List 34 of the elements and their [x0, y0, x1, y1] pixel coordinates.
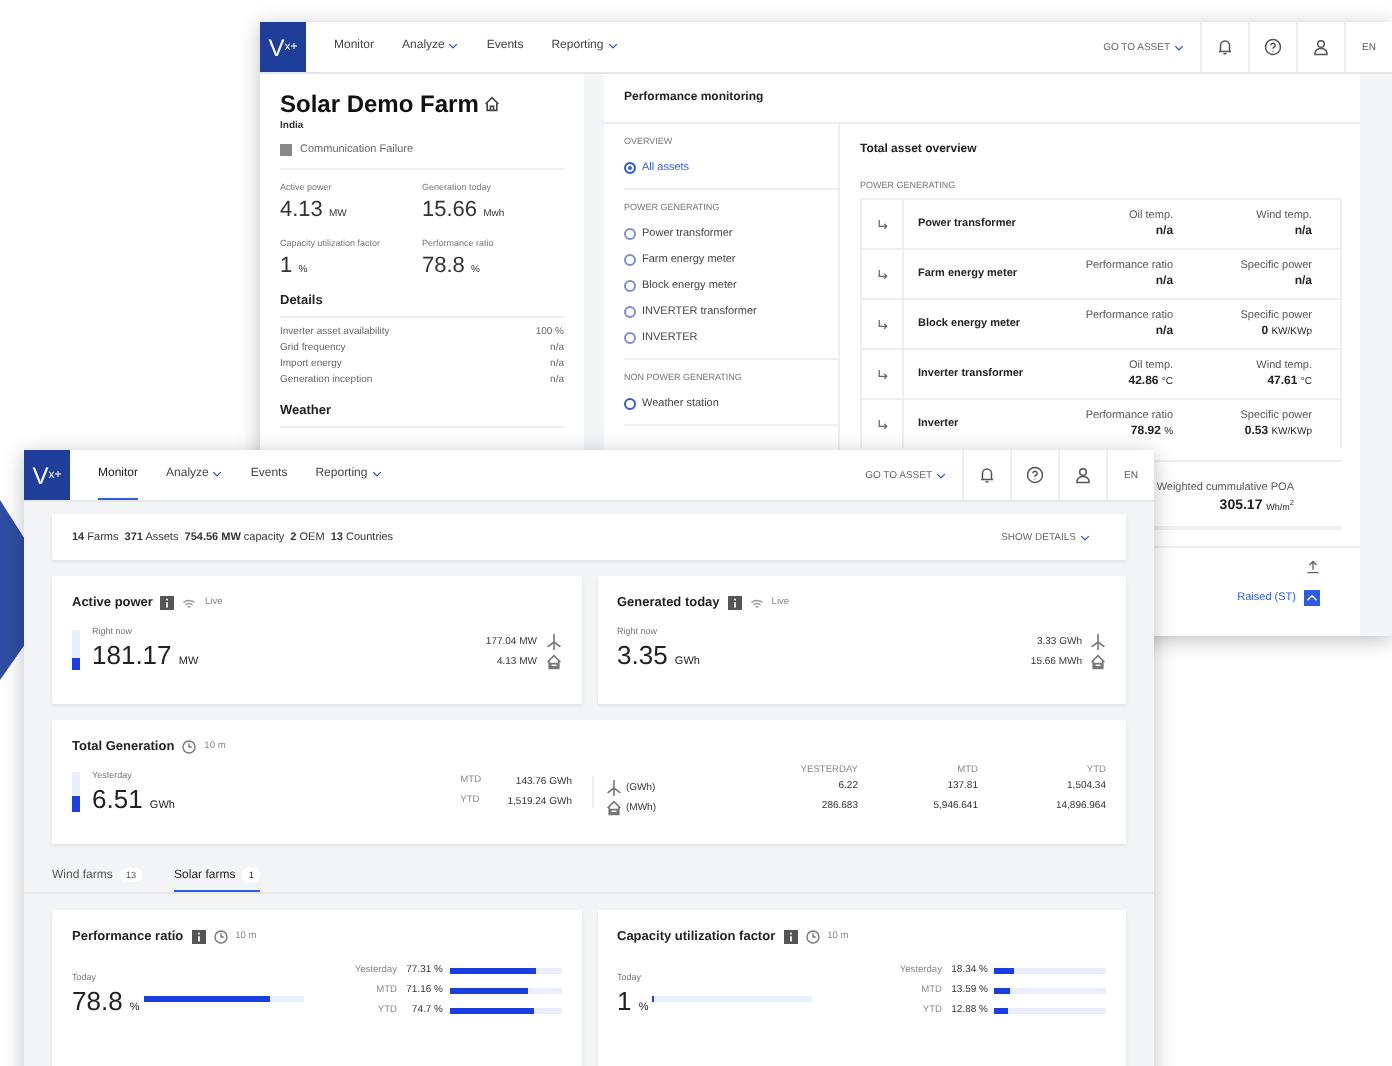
- info-icon[interactable]: [727, 596, 742, 610]
- chevron-down-icon: [1080, 533, 1090, 541]
- solar-house-icon: [1090, 654, 1106, 670]
- bell-icon[interactable]: [978, 466, 996, 484]
- corner-arrow-icon: [877, 319, 887, 329]
- solar-house-icon: [606, 800, 622, 816]
- clock-icon: [213, 930, 228, 944]
- wifi-icon: [749, 597, 764, 609]
- farm-title: Solar Demo Farm: [280, 90, 479, 118]
- solar-house-icon: [545, 654, 561, 670]
- wind-turbine-icon: [1090, 634, 1106, 650]
- clock-icon: [805, 930, 820, 944]
- corner-arrow-icon: [877, 219, 887, 229]
- corner-arrow-icon: [877, 419, 887, 429]
- upload-icon[interactable]: [1306, 559, 1320, 573]
- user-icon[interactable]: [1312, 38, 1330, 56]
- info-icon[interactable]: [160, 596, 175, 610]
- user-icon[interactable]: [1074, 466, 1092, 484]
- chevron-down-icon: [936, 471, 946, 479]
- wind-turbine-icon: [545, 634, 561, 650]
- help-icon[interactable]: [1264, 38, 1282, 56]
- corner-arrow-icon: [877, 269, 887, 279]
- help-icon[interactable]: [1026, 466, 1044, 484]
- info-icon[interactable]: [783, 930, 798, 944]
- status-icon: [280, 144, 292, 156]
- bell-icon[interactable]: [1216, 38, 1234, 56]
- corner-arrow-icon: [877, 369, 887, 379]
- house-icon: [484, 96, 501, 112]
- wifi-icon: [182, 597, 197, 609]
- scroll-up-button[interactable]: [1304, 589, 1320, 605]
- clock-icon: [182, 740, 197, 754]
- wind-turbine-icon: [606, 780, 622, 796]
- info-icon[interactable]: [191, 930, 206, 944]
- chevron-down-icon: [1174, 43, 1184, 51]
